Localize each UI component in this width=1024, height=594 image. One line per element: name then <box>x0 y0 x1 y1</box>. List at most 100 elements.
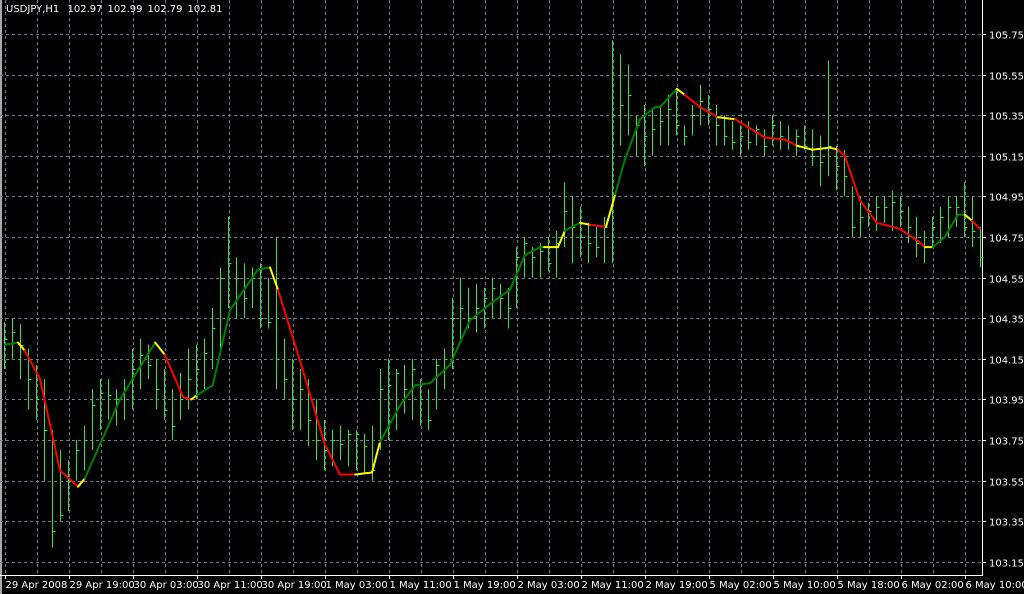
price-bar <box>908 206 912 244</box>
price-bar <box>876 196 880 231</box>
price-tick-label: 105.15 <box>989 153 1024 164</box>
moving-average-segment-up <box>614 158 626 196</box>
price-tick-label: 103.55 <box>989 478 1024 489</box>
price-bar <box>316 399 320 461</box>
moving-average-segment-flat <box>77 477 86 488</box>
time-tick-label: 2 May 19:00 <box>646 580 708 591</box>
price-bar <box>620 54 624 146</box>
price-bar <box>460 277 464 339</box>
time-tick-label: 1 May 11:00 <box>390 580 452 591</box>
moving-average-segment-down <box>837 148 846 157</box>
price-bar <box>188 348 192 410</box>
price-bar <box>76 440 80 481</box>
price-bar <box>748 121 752 150</box>
price-tick-label: 104.15 <box>989 356 1024 367</box>
price-bar <box>764 129 768 156</box>
price-chart[interactable]: 105.75 105.55 105.35 105.15 104.95 104.75 104.… <box>0 0 1024 594</box>
moving-average-segment-down <box>277 288 301 362</box>
time-tick-label: 1 May 19:00 <box>454 580 516 591</box>
price-bar <box>812 129 816 166</box>
moving-average-segment-up <box>211 309 231 387</box>
time-tick-label: 6 May 10:00 <box>966 580 1024 591</box>
price-bar <box>852 186 856 237</box>
price-bar <box>436 358 440 410</box>
moving-average-segment-down <box>875 221 901 230</box>
price-bar <box>756 125 760 146</box>
time-tick-label: 5 May 10:00 <box>774 580 836 591</box>
price-bar <box>692 105 696 136</box>
price-bar <box>772 115 776 146</box>
moving-average-segment-down <box>763 136 786 141</box>
moving-average-segment-up <box>119 341 157 401</box>
price-bar <box>348 429 352 467</box>
time-tick-label: 30 Apr 03:00 <box>134 580 199 591</box>
price-tick-label: 104.75 <box>989 234 1024 245</box>
price-bar <box>44 379 48 481</box>
moving-average-segment-down <box>589 223 607 228</box>
price-bar <box>596 226 600 258</box>
price-bar <box>276 237 280 390</box>
price-bar <box>700 84 704 126</box>
price-bar <box>164 368 168 420</box>
price-bar <box>428 389 432 430</box>
moving-average-segment-down <box>917 240 926 249</box>
price-bar <box>60 450 64 522</box>
price-bar <box>404 364 408 414</box>
time-tick-label: 1 May 03:00 <box>326 580 388 591</box>
price-bar <box>820 135 824 187</box>
moving-average-segment-up <box>3 341 19 346</box>
moving-average-segment-down <box>783 138 798 147</box>
price-bar <box>340 425 344 461</box>
time-tick-label: 29 Apr 19:00 <box>70 580 135 591</box>
moving-average-segment-up <box>469 302 491 322</box>
price-tick-label: 104.35 <box>989 315 1024 326</box>
moving-average-segment-flat <box>557 229 566 249</box>
moving-average-segment-down <box>299 359 326 446</box>
price-bar <box>284 338 288 400</box>
price-tick-label: 105.35 <box>989 112 1024 123</box>
moving-average-segment-flat <box>811 146 831 151</box>
price-tick-label: 105.75 <box>989 31 1024 42</box>
price-bar <box>732 121 736 150</box>
price-bar <box>508 287 512 329</box>
moving-average-segment-up <box>429 363 451 385</box>
price-bar <box>12 318 16 359</box>
price-bar <box>212 308 216 369</box>
price-tick-label: 104.55 <box>989 275 1024 286</box>
price-bar <box>292 358 296 430</box>
price-bar <box>268 277 272 329</box>
price-tick-label: 103.35 <box>989 518 1024 529</box>
price-bar <box>668 94 672 146</box>
moving-average-segment-up <box>83 398 121 480</box>
time-tick-label: 5 May 18:00 <box>838 580 900 591</box>
moving-average-segment-up <box>257 266 271 271</box>
moving-average-segment-flat <box>717 116 737 121</box>
price-bar <box>828 60 832 177</box>
price-bar <box>244 263 248 319</box>
price-bar <box>172 389 176 440</box>
price-tick-label: 104.95 <box>989 193 1024 204</box>
price-bar <box>68 460 72 512</box>
price-bar <box>540 243 544 278</box>
moving-average-segment-flat <box>154 341 166 356</box>
time-tick-label: 5 May 02:00 <box>710 580 772 591</box>
price-tick-label: 103.75 <box>989 437 1024 448</box>
price-bar <box>500 283 504 319</box>
price-bar <box>92 389 96 451</box>
price-bar <box>884 196 888 223</box>
moving-average-segment-down <box>734 118 766 139</box>
time-tick-label: 6 May 02:00 <box>902 580 964 591</box>
price-bar <box>20 324 24 380</box>
moving-average-segment-flat <box>354 471 373 476</box>
time-tick-label: 2 May 11:00 <box>582 580 644 591</box>
time-tick-label: 30 Apr 11:00 <box>198 580 263 591</box>
price-bar <box>236 257 240 319</box>
price-bar <box>476 283 480 333</box>
price-tick-label: 103.15 <box>989 559 1024 570</box>
price-bar <box>588 222 592 264</box>
price-bar <box>724 115 728 146</box>
price-bar <box>204 338 208 390</box>
price-tick-label: 105.55 <box>989 72 1024 83</box>
moving-average-segment-flat <box>371 441 381 474</box>
time-tick-label: 30 Apr 19:00 <box>262 580 327 591</box>
